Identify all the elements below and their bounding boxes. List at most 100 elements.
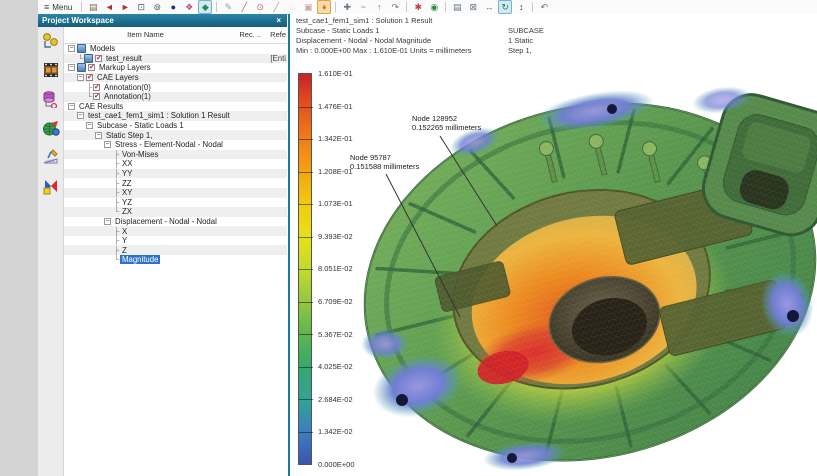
globe-icon[interactable]: ◉: [427, 0, 441, 14]
tree-item-zx[interactable]: └ZX: [64, 207, 287, 217]
tree-item-label[interactable]: Static Step 1,: [104, 131, 154, 140]
tree-item-zz[interactable]: ├ZZ: [64, 178, 287, 188]
refresh-view-icon[interactable]: ↻: [498, 0, 512, 14]
tree-item-label[interactable]: Annotation(1): [102, 92, 153, 101]
tree-item-stress-element-nodal-nodal[interactable]: −Stress - Element-Nodal - Nodal: [64, 140, 287, 150]
tree-item-cae-layers[interactable]: −✔CAE Layers: [64, 73, 287, 83]
visualization-globe-icon[interactable]: [41, 118, 61, 138]
close-icon[interactable]: ×: [274, 16, 283, 25]
tree-item-label[interactable]: test_cae1_fem1_sim1 : Solution 1 Result: [86, 111, 232, 120]
rotate-arc-icon[interactable]: ↷: [388, 0, 402, 14]
tree-item-label[interactable]: Magnitude: [120, 255, 160, 264]
arrow-up-icon[interactable]: ↑: [372, 0, 386, 14]
tree-item-subcase-static-loads-1[interactable]: −Subcase - Static Loads 1: [64, 121, 287, 131]
tree-item-label[interactable]: ZZ: [120, 179, 134, 188]
tree-item-y[interactable]: ├Y: [64, 236, 287, 246]
tree-item-annotation-1[interactable]: └✔Annotation(1): [64, 92, 287, 102]
3d-viewport[interactable]: test_cae1_fem1_sim1 : Solution 1 Result …: [290, 14, 817, 476]
markup-note-icon[interactable]: ▤: [86, 0, 100, 14]
tree-item-label[interactable]: YY: [120, 169, 134, 178]
flame-markup-icon[interactable]: ♦: [317, 0, 331, 14]
checkbox-icon[interactable]: ✔: [93, 84, 100, 91]
tree-item-displacement-nodal-nodal[interactable]: −Displacement - Nodal - Nodal: [64, 217, 287, 227]
checkbox-icon[interactable]: ✔: [86, 74, 93, 81]
next-marker-icon[interactable]: ►: [118, 0, 132, 14]
tree-item-label[interactable]: X: [120, 227, 129, 236]
tree-item-xx[interactable]: ├XX: [64, 159, 287, 169]
tree-item-yy[interactable]: ├YY: [64, 169, 287, 179]
fit-width-icon[interactable]: ↔: [482, 0, 496, 14]
tree-item-cae-results[interactable]: −CAE Results: [64, 102, 287, 112]
fit-height-icon[interactable]: ↕: [514, 0, 528, 14]
line-tool-icon[interactable]: ╱: [237, 0, 251, 14]
tree-item-label[interactable]: ZX: [120, 207, 134, 216]
tree-item-label[interactable]: Models: [88, 44, 117, 53]
stamp-tool-icon[interactable]: ▣: [301, 0, 315, 14]
tree-item-label[interactable]: Y: [120, 236, 129, 245]
tree-item-static-step-1[interactable]: −Static Step 1,: [64, 130, 287, 140]
tree-item-test-result[interactable]: └✔test_result[Enti: [64, 54, 287, 64]
tree-item-label[interactable]: YZ: [120, 198, 134, 207]
collapse-icon[interactable]: −: [77, 74, 84, 81]
collapse-icon[interactable]: −: [86, 122, 93, 129]
tree-item-label[interactable]: XX: [120, 159, 134, 168]
zoom-area-icon[interactable]: ⊡: [134, 0, 148, 14]
tree-item-annotation-0[interactable]: ├✔Annotation(0): [64, 82, 287, 92]
spline-icon[interactable]: ~: [356, 0, 370, 14]
tree-item-von-mises[interactable]: ├Von-Mises: [64, 150, 287, 160]
tree-item-test-cae1-fem1-sim1-solution-1-result[interactable]: −test_cae1_fem1_sim1 : Solution 1 Result: [64, 111, 287, 121]
undo-icon[interactable]: ↶: [537, 0, 551, 14]
collapse-icon[interactable]: −: [68, 103, 75, 110]
tree-item-label[interactable]: test_result: [104, 54, 144, 63]
menu-button[interactable]: ≡ Menu: [38, 1, 78, 14]
tree-item-magnitude[interactable]: └Magnitude: [64, 255, 287, 265]
column-rec[interactable]: Rec. ..: [239, 30, 261, 39]
collapse-icon[interactable]: −: [104, 218, 111, 225]
tree-item-yz[interactable]: ├YZ: [64, 198, 287, 208]
tree-item-label[interactable]: Von-Mises: [120, 150, 160, 159]
tree-item-models[interactable]: − Models: [64, 44, 287, 54]
compass-icon[interactable]: ❖: [182, 0, 196, 14]
tree-item-label[interactable]: Stress - Element-Nodal - Nodal: [113, 140, 225, 149]
cloud-tool-icon[interactable]: ◌: [285, 0, 299, 14]
collapse-icon[interactable]: −: [68, 64, 75, 71]
collapse-icon[interactable]: −: [104, 141, 111, 148]
animation-filmstrip-icon[interactable]: [41, 60, 61, 80]
tree-item-label[interactable]: Markup Layers: [97, 63, 153, 72]
tree-item-label[interactable]: Annotation(0): [102, 83, 153, 92]
tree-column-header[interactable]: Item Name Rec. .. Refe: [64, 27, 287, 44]
comparison-bowtie-icon[interactable]: [41, 176, 61, 196]
circle-tool-icon[interactable]: ⊙: [253, 0, 267, 14]
tree-item-label[interactable]: Subcase - Static Loads 1: [95, 121, 186, 130]
tree-item-label[interactable]: XY: [120, 188, 134, 197]
previous-marker-icon[interactable]: ◄: [102, 0, 116, 14]
checkbox-icon[interactable]: ✔: [95, 55, 102, 62]
tree-item-markup-layers[interactable]: − ✔Markup Layers: [64, 63, 287, 73]
model-structure-icon[interactable]: [41, 89, 61, 109]
tree-item-x[interactable]: ├X: [64, 226, 287, 236]
tree-item-label[interactable]: Z: [120, 246, 129, 255]
collapse-icon[interactable]: −: [68, 45, 75, 52]
collapse-icon[interactable]: −: [77, 112, 84, 119]
find-icon[interactable]: ⊚: [150, 0, 164, 14]
view-edit-icon[interactable]: ▤: [450, 0, 464, 14]
measurement-ruler-icon[interactable]: [41, 147, 61, 167]
column-refe[interactable]: Refe: [270, 30, 286, 39]
tree-item-xy[interactable]: ├XY: [64, 188, 287, 198]
tools-icon[interactable]: ✱: [411, 0, 425, 14]
sphere-icon[interactable]: ●: [166, 0, 180, 14]
fit-view-icon[interactable]: ⊠: [466, 0, 480, 14]
tree-item-label[interactable]: CAE Results: [77, 102, 125, 111]
pan-icon[interactable]: ✚: [340, 0, 354, 14]
column-item-name[interactable]: Item Name: [64, 30, 227, 39]
collapse-icon[interactable]: −: [95, 132, 102, 139]
checkbox-icon[interactable]: ✔: [93, 93, 100, 100]
tree-item-label[interactable]: Displacement - Nodal - Nodal: [113, 217, 219, 226]
freehand-tool-icon[interactable]: ╱: [269, 0, 283, 14]
pencil-markup-icon[interactable]: ✎: [221, 0, 235, 14]
session-keys-icon[interactable]: [41, 31, 61, 51]
3d-markup-icon[interactable]: ◆: [198, 0, 212, 14]
checkbox-icon[interactable]: ✔: [88, 64, 95, 71]
tree-item-label[interactable]: CAE Layers: [95, 73, 141, 82]
tree-item-z[interactable]: ├Z: [64, 245, 287, 255]
